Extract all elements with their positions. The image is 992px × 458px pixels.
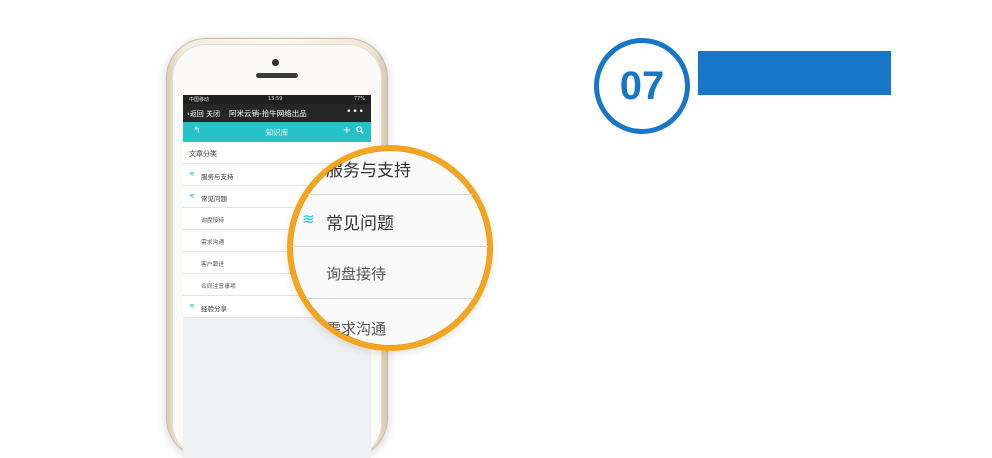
magnified-row: 询盘接待 bbox=[292, 246, 488, 299]
layers-icon: ≋ bbox=[189, 302, 195, 310]
carrier-label: 中国移动 bbox=[189, 97, 210, 103]
layers-icon: ≋ bbox=[302, 210, 315, 228]
magnified-label: 询盘接待 bbox=[326, 265, 387, 283]
list-header-label: 文章分类 bbox=[189, 150, 217, 158]
status-bar: 中国移动 13:59 77% bbox=[183, 95, 371, 104]
layers-icon: ≋ bbox=[189, 192, 195, 200]
list-item-label: 询盘接待 bbox=[201, 218, 225, 224]
title-bar bbox=[698, 51, 891, 95]
list-item-label: 经验分享 bbox=[201, 305, 227, 313]
nav-back-label: 返回 bbox=[189, 110, 204, 118]
more-icon[interactable]: ••• bbox=[346, 107, 365, 117]
list-item-label: 需求沟通 bbox=[201, 240, 225, 246]
magnifier-lens: 服务与支持 ≋ 常见问题 询盘接待 需求沟通 bbox=[287, 145, 493, 351]
add-icon[interactable]: + bbox=[343, 125, 351, 136]
app-toolbar: ↰ 知识库 + bbox=[183, 122, 371, 142]
magnified-label: 需求沟通 bbox=[326, 320, 387, 338]
nav-title: 阿米云销-拾牛网络出品 bbox=[229, 109, 307, 118]
speaker-grille bbox=[256, 73, 298, 78]
search-icon[interactable] bbox=[356, 126, 364, 136]
magnified-row: ≋ 常见问题 bbox=[292, 194, 488, 247]
list-item-label: 服务与支持 bbox=[201, 173, 234, 181]
battery-label: 77% bbox=[353, 96, 365, 102]
magnified-row: 服务与支持 bbox=[292, 150, 488, 195]
list-item-label: 客户跟进 bbox=[201, 262, 225, 268]
magnified-row: 需求沟通 bbox=[292, 298, 488, 346]
nav-close-button[interactable]: 关闭 bbox=[206, 109, 220, 119]
nav-back-button[interactable]: ‹返回 bbox=[187, 109, 204, 119]
step-number: 07 bbox=[619, 64, 665, 108]
magnified-label: 服务与支持 bbox=[326, 161, 411, 181]
magnified-label: 常见问题 bbox=[326, 214, 394, 234]
list-item-label: 常见问题 bbox=[201, 195, 227, 203]
camera-icon bbox=[272, 59, 279, 66]
layers-icon: ≋ bbox=[189, 170, 195, 178]
time-label: 13:59 bbox=[268, 96, 283, 102]
wechat-nav-bar: ‹返回 关闭 阿米云销-拾牛网络出品 ••• bbox=[183, 104, 371, 122]
list-item-label: 合同注意事项 bbox=[201, 284, 236, 290]
